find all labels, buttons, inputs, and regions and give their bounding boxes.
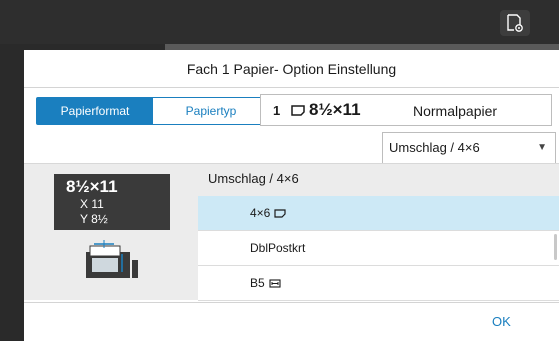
list-item[interactable]: 4×6 (198, 196, 559, 231)
tab-selector: Papierformat Papiertyp (36, 97, 270, 125)
current-settings-box: 1 8½×11 Normalpapier (260, 94, 552, 126)
paper-option-dialog: Fach 1 Papier- Option Einstellung Papier… (24, 50, 559, 341)
size-preview-panel: 8½×11 X 11 Y 8½ (24, 164, 198, 300)
list-item-content: DblPostkrt (250, 241, 305, 255)
size-preview-card: 8½×11 X 11 Y 8½ (54, 174, 170, 230)
chevron-down-icon: ▼ (537, 142, 547, 153)
list-scrollbar[interactable] (554, 234, 557, 260)
paper-width-icon (269, 278, 281, 288)
dialog-footer: OK (24, 302, 559, 341)
list-item-label: B5 (250, 276, 265, 290)
tab-paper-type[interactable]: Papiertyp (153, 98, 269, 124)
dialog-title: Fach 1 Papier- Option Einstellung (186, 61, 397, 77)
tray-number: 1 (273, 103, 281, 118)
paper-landscape-icon (274, 208, 286, 218)
list-item[interactable]: DblPostkrt (198, 231, 559, 266)
preview-size-label: 8½×11 (66, 177, 118, 196)
dialog-title-bar: Fach 1 Papier- Option Einstellung (24, 50, 559, 88)
top-bar (0, 0, 559, 50)
list-header-label: Umschlag / 4×6 (208, 171, 299, 186)
list-item-label: 4×6 (250, 206, 271, 220)
size-group-dropdown[interactable]: Umschlag / 4×6 ▼ (382, 132, 556, 164)
list-item[interactable]: B5 (198, 266, 559, 301)
tray-diagram-icon (86, 240, 138, 278)
preview-x-dimension: X 11 (80, 197, 104, 211)
current-paper-type: Normalpapier (413, 103, 498, 119)
paper-size-list: Umschlag / 4×6 4×6 DblPostkrt B5 (198, 164, 559, 301)
document-settings-icon (507, 14, 523, 32)
ok-button[interactable]: OK (492, 314, 511, 329)
list-header: Umschlag / 4×6 (198, 164, 559, 196)
list-item-content: 4×6 (250, 206, 286, 220)
preview-y-dimension: Y 8½ (80, 212, 108, 226)
dropdown-selected-value: Umschlag / 4×6 (389, 140, 480, 155)
current-size: 8½×11 (291, 100, 361, 120)
settings-button[interactable] (500, 10, 530, 36)
list-item-label: DblPostkrt (250, 241, 306, 255)
paper-landscape-icon (291, 104, 305, 116)
current-size-label: 8½×11 (309, 100, 361, 119)
tab-paper-format[interactable]: Papierformat (37, 98, 153, 124)
list-item-content: B5 (250, 276, 281, 290)
